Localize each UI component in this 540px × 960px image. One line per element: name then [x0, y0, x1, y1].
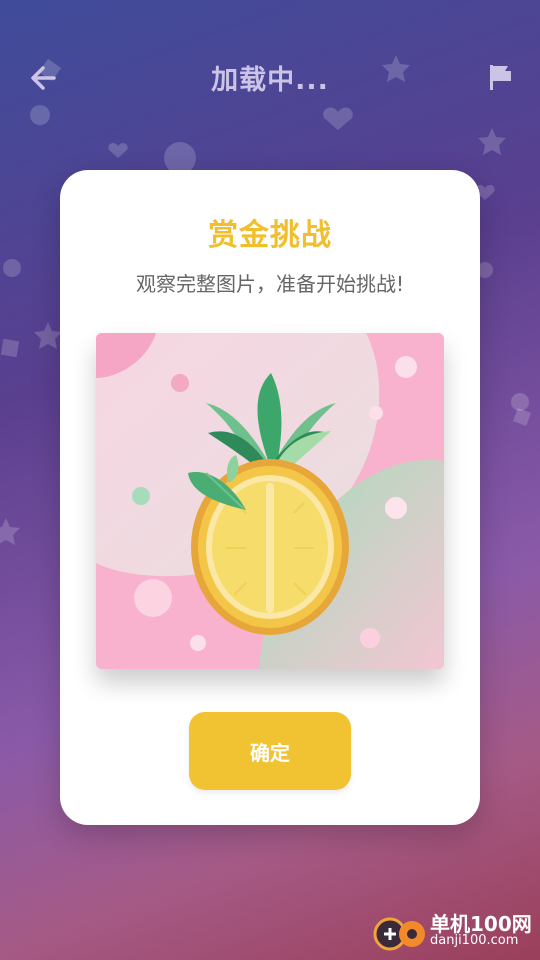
- bounty-challenge-dialog: 赏金挑战 观察完整图片，准备开始挑战! 确定: [60, 170, 480, 825]
- dialog-subtitle: 观察完整图片，准备开始挑战!: [135, 272, 405, 296]
- flag-icon[interactable]: [486, 62, 516, 92]
- page-title: 加载中...: [211, 65, 329, 96]
- top-bar: 加载中...: [0, 0, 540, 160]
- confirm-button[interactable]: 确定: [189, 712, 351, 790]
- watermark-icon: [373, 917, 425, 951]
- pineapple-image: [96, 333, 444, 669]
- watermark-url: danji100.com: [430, 933, 519, 948]
- dialog-title: 赏金挑战: [208, 218, 332, 253]
- watermark-logo: 单机100网 danji100.com: [372, 908, 532, 954]
